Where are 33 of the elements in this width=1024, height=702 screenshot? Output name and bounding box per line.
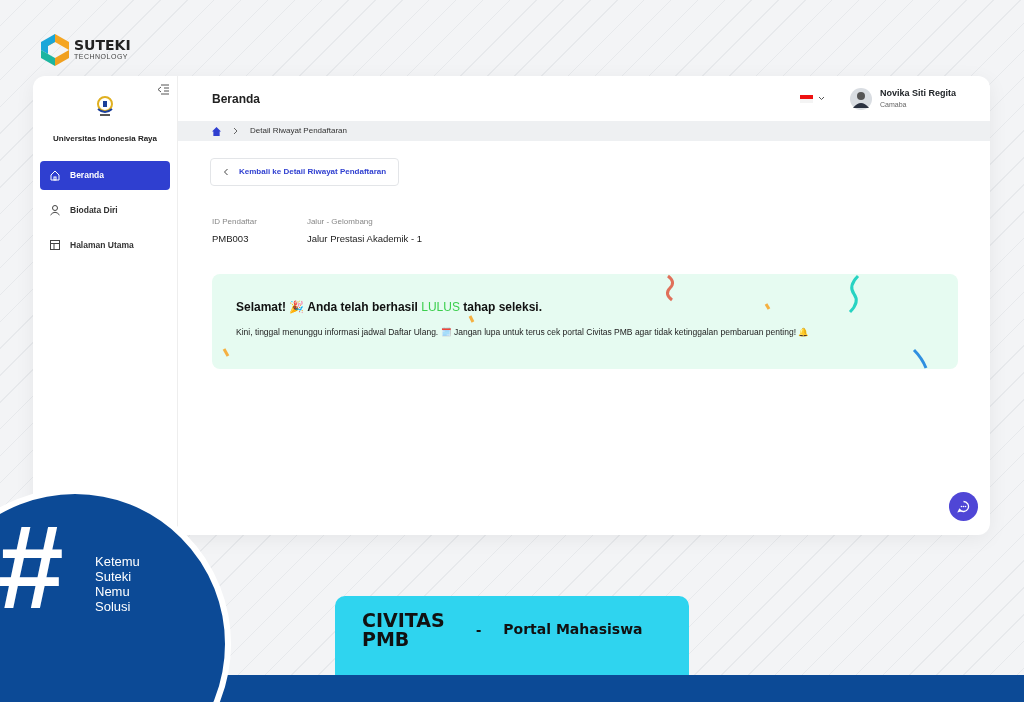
chevron-left-icon: [223, 167, 229, 176]
language-selector[interactable]: [799, 93, 826, 104]
chat-icon: [957, 500, 970, 513]
back-button[interactable]: Kembali ke Detail Riwayat Pendaftaran: [210, 158, 400, 186]
announcement-message: Kini, tinggal menunggu informasi jadwal Daftar Ulang. 🗓 Jangan lupa untuk terus cek portal Civitas PMB agar tidak ketinggalan pembaruan penting! 🔔: [236, 326, 811, 339]
separator-dash: -: [476, 619, 482, 640]
field-label: ID Pendaftar: [212, 216, 257, 228]
field-value: PMB003: [212, 232, 250, 246]
university-name: Universitas Indonesia Raya: [52, 134, 157, 143]
hashtag-slogan: Ketemu Suteki Nemu Solusi: [95, 555, 140, 615]
home-icon: [49, 169, 61, 182]
menu-item[interactable]: Halaman Utama: [40, 230, 170, 260]
product-name: CIVITAS PMB: [362, 610, 446, 649]
university-logo-icon: [95, 95, 115, 117]
logo-icon: [40, 33, 70, 67]
collapse-menu-icon[interactable]: [157, 84, 170, 95]
field-value: Jalur Prestasi Akademik - 1: [306, 232, 423, 246]
chevron-right-icon: [233, 127, 238, 135]
field-label: Jalur - Gelombang: [306, 216, 374, 228]
person-icon: [49, 204, 61, 217]
breadcrumb-item[interactable]: Detail Riwayat Pendaftaran: [250, 125, 347, 137]
layout-icon: [49, 238, 61, 251]
brand-name: SUTEKI: [74, 37, 131, 52]
hashtag-symbol: #: [0, 508, 64, 626]
avatar-icon: [849, 87, 872, 110]
user-name: Novika Siti Regita: [879, 86, 956, 100]
menu-item[interactable]: Biodata Diri: [40, 195, 170, 225]
home-icon[interactable]: [212, 126, 221, 136]
menu-item[interactable]: Beranda: [40, 161, 170, 190]
product-subtitle: Portal Mahasiswa: [503, 620, 643, 639]
page-title: Beranda: [212, 90, 261, 108]
announcement-title: Selamat! 🎉 Anda telah berhasil LULUS tahap seleksi.: [236, 299, 543, 317]
chat-button[interactable]: [949, 492, 978, 521]
